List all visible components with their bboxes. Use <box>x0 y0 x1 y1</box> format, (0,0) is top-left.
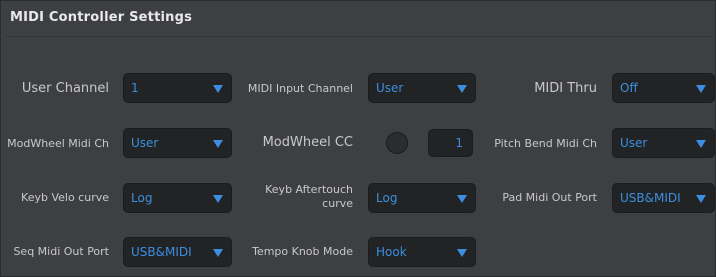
dropdown-arrow-icon <box>213 195 223 203</box>
seq-midi-out-port-label: Seq Midi Out Port <box>13 245 109 258</box>
dropdown-arrow-icon <box>696 140 706 148</box>
modwheel-cc-knob[interactable] <box>386 132 408 154</box>
keyb-velo-curve-label: Keyb Velo curve <box>21 191 109 204</box>
midi-thru-value: Off <box>620 81 638 95</box>
pad-midi-out-port-label: Pad Midi Out Port <box>502 191 597 204</box>
midi-input-channel-value: User <box>376 81 404 95</box>
dropdown-arrow-icon <box>213 140 223 148</box>
midi-input-channel-dropdown[interactable]: User <box>368 73 476 103</box>
dropdown-arrow-icon <box>213 85 223 93</box>
midi-thru-dropdown[interactable]: Off <box>612 73 715 103</box>
tempo-knob-mode-dropdown[interactable]: Hook <box>368 237 476 267</box>
modwheel-midi-ch-label: ModWheel Midi Ch <box>7 137 109 150</box>
dropdown-arrow-icon <box>457 249 467 257</box>
pitch-bend-midi-ch-dropdown[interactable]: User <box>612 128 715 158</box>
dropdown-arrow-icon <box>457 85 467 93</box>
panel-title: MIDI Controller Settings <box>10 10 193 25</box>
modwheel-midi-ch-dropdown[interactable]: User <box>123 128 232 158</box>
user-channel-value: 1 <box>131 81 139 95</box>
pitch-bend-midi-ch-value: User <box>620 136 648 150</box>
pad-midi-out-port-value: USB&MIDI <box>620 191 681 205</box>
user-channel-label: User Channel <box>21 81 109 96</box>
dropdown-arrow-icon <box>696 85 706 93</box>
tempo-knob-mode-label: Tempo Knob Mode <box>252 245 353 258</box>
modwheel-cc-number-field[interactable]: 1 <box>428 129 473 157</box>
seq-midi-out-port-dropdown[interactable]: USB&MIDI <box>123 237 232 267</box>
keyb-velo-curve-value: Log <box>131 191 153 205</box>
dropdown-arrow-icon <box>457 195 467 203</box>
modwheel-midi-ch-value: User <box>131 136 159 150</box>
pad-midi-out-port-dropdown[interactable]: USB&MIDI <box>612 183 715 213</box>
modwheel-cc-value: 1 <box>455 136 463 150</box>
midi-controller-settings-panel: MIDI Controller Settings User Channel 1 … <box>0 0 716 277</box>
midi-thru-label: MIDI Thru <box>534 81 597 96</box>
pitch-bend-midi-ch-label: Pitch Bend Midi Ch <box>494 137 597 150</box>
dropdown-arrow-icon <box>213 249 223 257</box>
dropdown-arrow-icon <box>696 195 706 203</box>
seq-midi-out-port-value: USB&MIDI <box>131 245 192 259</box>
modwheel-cc-label: ModWheel CC <box>262 135 353 150</box>
midi-input-channel-label: MIDI Input Channel <box>247 82 353 95</box>
user-channel-dropdown[interactable]: 1 <box>123 73 232 103</box>
keyb-aftertouch-curve-value: Log <box>376 191 398 205</box>
keyb-velo-curve-dropdown[interactable]: Log <box>123 183 232 213</box>
title-divider <box>5 36 711 37</box>
tempo-knob-mode-value: Hook <box>376 245 407 259</box>
keyb-aftertouch-curve-dropdown[interactable]: Log <box>368 183 476 213</box>
keyb-aftertouch-curve-label: Keyb Aftertouch curve <box>265 183 353 210</box>
